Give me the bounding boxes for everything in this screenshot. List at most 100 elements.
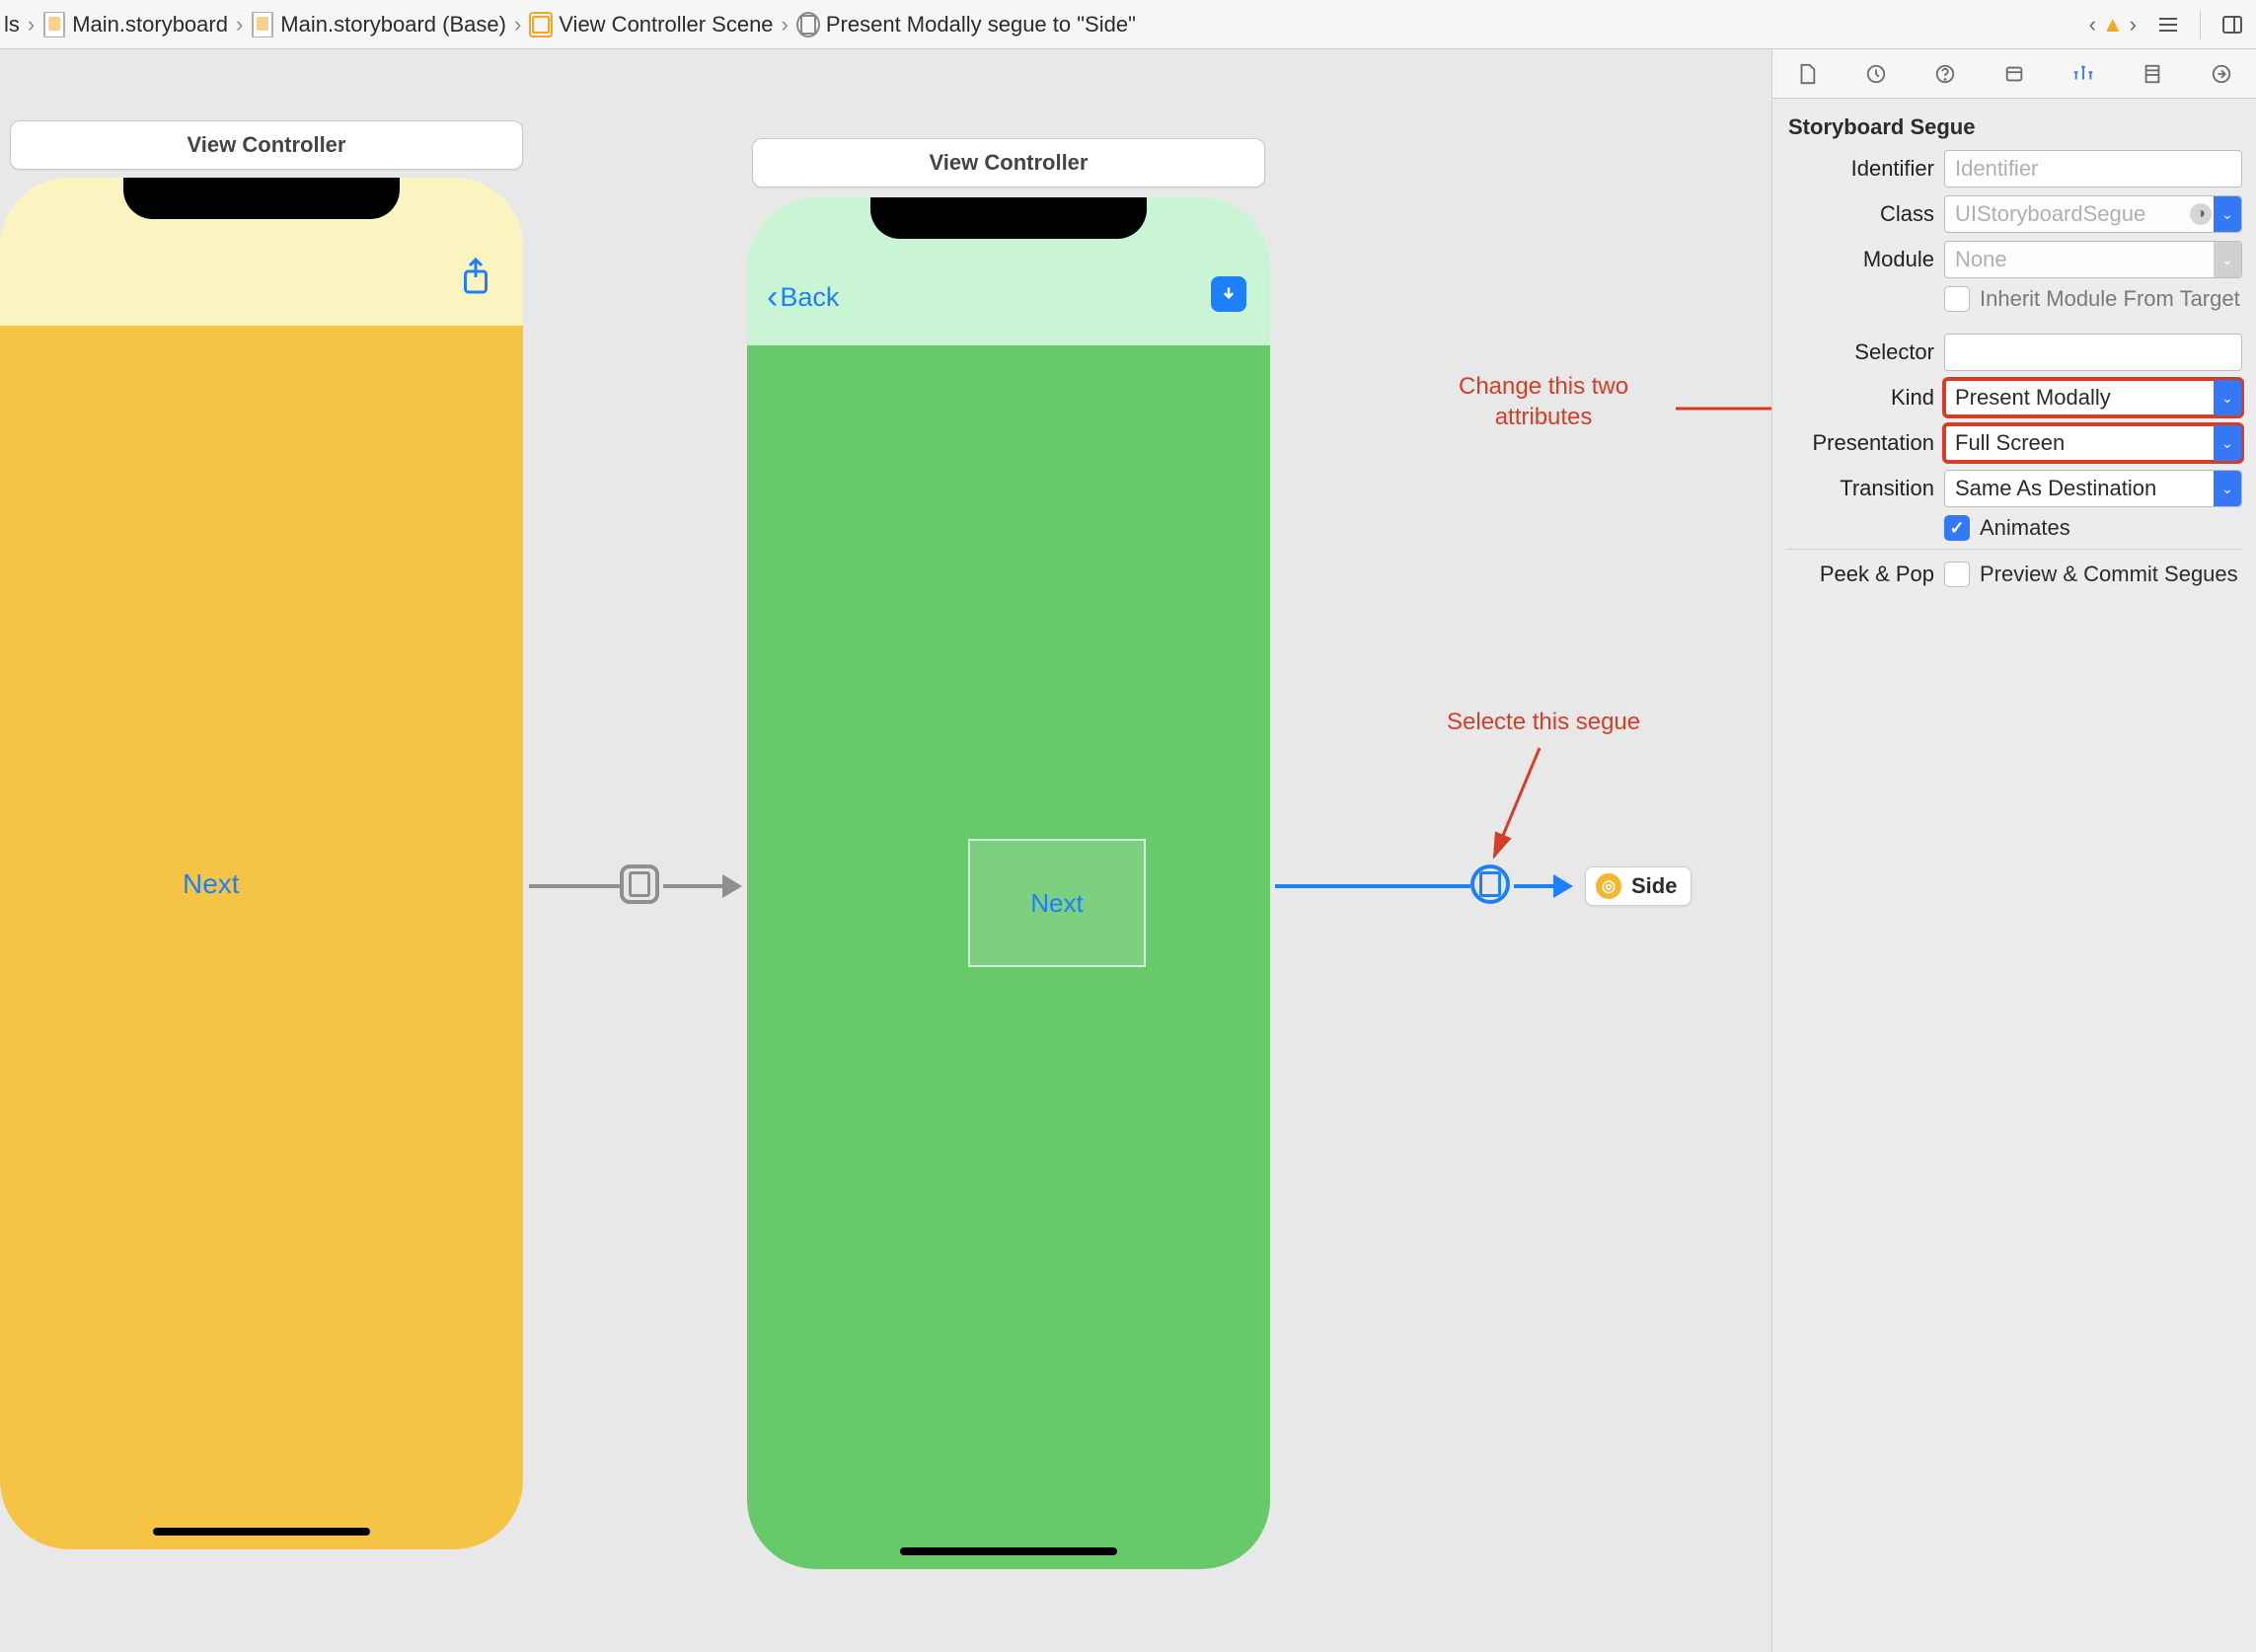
help-inspector-tab[interactable] [1931,60,1959,88]
chevron-right-icon: › [28,12,35,38]
download-icon[interactable] [1211,276,1246,312]
identifier-field[interactable]: Identifier [1944,150,2242,188]
chevron-left-icon: ‹ [767,278,778,317]
selector-row: Selector [1786,334,2242,371]
history-forward-button[interactable]: › [2130,12,2137,38]
crumb-label: Main.storyboard (Base) [280,12,506,38]
presentation-value: Full Screen [1955,430,2065,456]
crumb-label: Main.storyboard [72,12,228,38]
warning-icon[interactable]: ▲ [2102,12,2124,38]
inspector-panel: Storyboard Segue Identifier Identifier C… [1772,49,2256,1652]
module-select[interactable]: None ⌄ [1944,241,2242,278]
transition-label: Transition [1786,476,1934,501]
interface-builder-canvas[interactable]: View Controller Next View Controller [0,49,1772,1652]
scene-title-label: View Controller [930,150,1089,176]
inspector-tab-bar [1772,49,2256,99]
class-field[interactable]: UIStoryboardSegue ◑ ⌄ [1944,195,2242,233]
crumb-segue[interactable]: Present Modally segue to "Side" [792,12,1140,38]
segue-connector[interactable] [529,884,620,888]
stepper-icon[interactable]: ⌄ [2214,196,2241,232]
back-button[interactable]: ‹ Back [767,278,839,317]
attributes-inspector-tab[interactable] [2069,60,2097,88]
back-button-label: Back [780,282,839,313]
identifier-row: Identifier Identifier [1786,150,2242,188]
app-root: ls › Main.storyboard › Main.storyboard (… [0,0,2256,1652]
view-body [0,326,523,1549]
stepper-icon[interactable]: ⌄ [2214,380,2241,415]
stepper-icon[interactable]: ⌄ [2214,242,2241,277]
breadcrumb-toolbar: ls › Main.storyboard › Main.storyboard (… [0,0,2256,49]
crumb-label: View Controller Scene [559,12,773,38]
connections-inspector-tab[interactable] [2208,60,2235,88]
inspector-body: Storyboard Segue Identifier Identifier C… [1772,99,2256,1652]
identity-inspector-tab[interactable] [2000,60,2028,88]
scene-icon [529,13,553,37]
presentation-select[interactable]: Full Screen ⌄ [1944,424,2242,462]
container-view[interactable]: Next [968,839,1146,967]
annotation-arrow-icon [1480,740,1559,868]
size-inspector-tab[interactable] [2139,60,2166,88]
crumb-storyboard[interactable]: Main.storyboard [38,12,232,38]
identifier-label: Identifier [1786,156,1934,182]
crumb-label: ls [4,12,20,38]
selector-label: Selector [1786,339,1934,365]
arrowhead-icon [722,874,742,898]
device-notch [123,178,400,219]
device-preview-1[interactable]: Next [0,178,523,1549]
next-button[interactable]: Next [183,868,240,900]
module-row: Module None ⌄ [1786,241,2242,278]
animates-row: Animates [1786,515,2242,541]
crumb-scene[interactable]: View Controller Scene [525,12,777,38]
scene-reference-icon: ◎ [1596,873,1621,899]
crumb-storyboard-base[interactable]: Main.storyboard (Base) [247,12,510,38]
scene-title-bar[interactable]: View Controller [10,120,523,170]
presentation-row: Presentation Full Screen ⌄ [1786,424,2242,462]
module-value: None [1955,247,2007,272]
scene-reference-label: Side [1631,873,1677,899]
next-button-label: Next [183,868,240,899]
storyboard-file-icon [42,13,66,37]
home-indicator [153,1528,370,1536]
inherit-module-row: Inherit Module From Target [1786,286,2242,312]
device-preview-2[interactable]: ‹ Back Next [747,197,1270,1569]
share-icon[interactable] [458,257,493,304]
outline-toggle-icon[interactable] [2154,11,2182,38]
stepper-icon[interactable]: ⌄ [2214,471,2241,506]
kind-select[interactable]: Present Modally ⌄ [1944,379,2242,416]
segue-node-icon[interactable] [620,864,659,904]
segue-connector-selected[interactable] [1514,884,1553,888]
history-back-button[interactable]: ‹ [2089,12,2096,38]
file-inspector-tab[interactable] [1793,60,1821,88]
chevron-right-icon: › [236,12,243,38]
peek-pop-checkbox[interactable] [1944,562,1970,587]
main-split: View Controller Next View Controller [0,49,2256,1652]
annotation-text: Change this two attributes [1459,371,1628,432]
animates-checkbox[interactable] [1944,515,1970,541]
history-inspector-tab[interactable] [1862,60,1890,88]
kind-row: Kind Present Modally ⌄ [1786,379,2242,416]
module-label: Module [1786,247,1934,272]
inherit-module-checkbox[interactable] [1944,286,1970,312]
selector-field[interactable] [1944,334,2242,371]
transition-value: Same As Destination [1955,476,2156,501]
crumb-project[interactable]: ls [0,12,24,38]
inherit-module-label: Inherit Module From Target [1980,286,2240,312]
scene-reference-chip[interactable]: ◎ Side [1585,866,1692,906]
segue-connector-selected[interactable] [1275,884,1470,888]
segue-connector[interactable] [663,884,722,888]
separator [1786,549,2242,550]
peek-pop-value: Preview & Commit Segues [1980,562,2238,587]
section-title: Storyboard Segue [1786,113,2242,150]
class-row: Class UIStoryboardSegue ◑ ⌄ [1786,195,2242,233]
chevron-right-icon: › [782,12,789,38]
stepper-icon[interactable]: ⌄ [2214,425,2241,461]
annotation-arrow-icon [1676,389,1772,428]
transition-row: Transition Same As Destination ⌄ [1786,470,2242,507]
next-button-label: Next [1030,888,1083,919]
transition-select[interactable]: Same As Destination ⌄ [1944,470,2242,507]
segue-node-selected-icon[interactable] [1470,864,1510,904]
class-jump-icon[interactable]: ◑ [2190,203,2212,225]
breadcrumbs: ls › Main.storyboard › Main.storyboard (… [0,12,2083,38]
scene-title-bar[interactable]: View Controller [752,138,1265,188]
adjust-editor-icon[interactable] [2218,11,2246,38]
